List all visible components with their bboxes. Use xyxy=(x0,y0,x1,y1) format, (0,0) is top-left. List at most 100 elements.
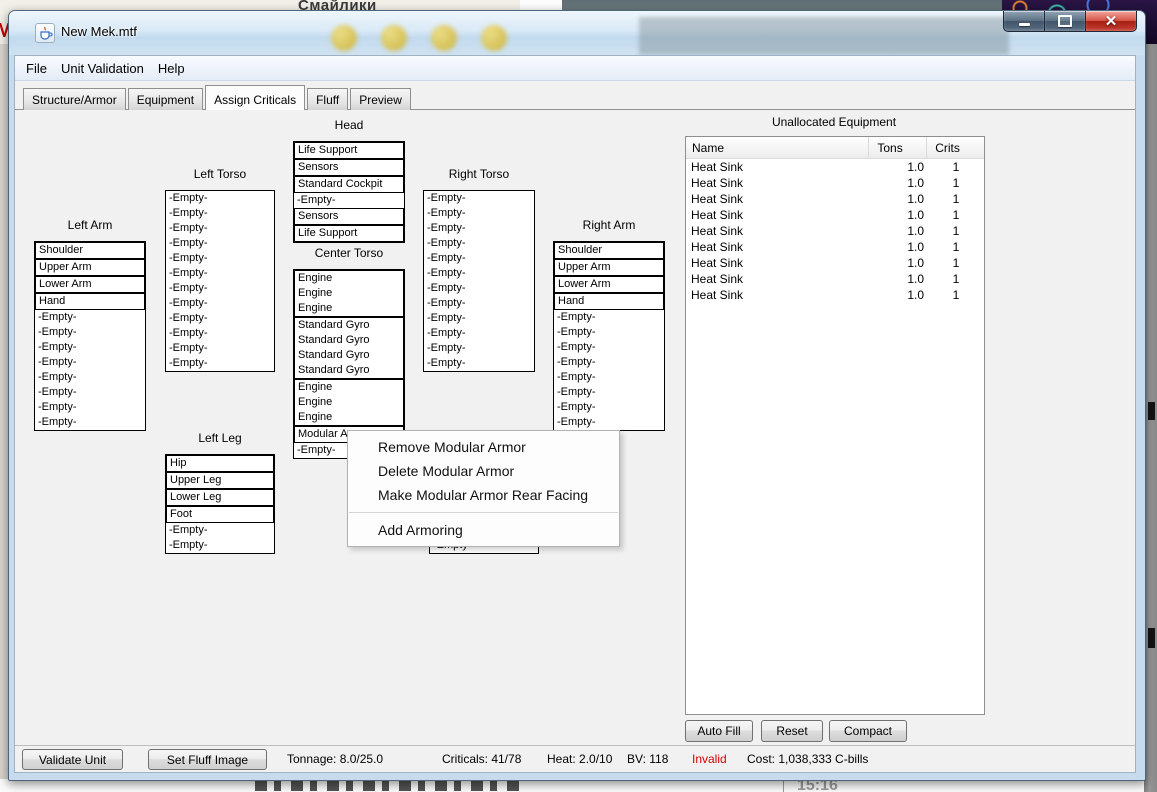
table-row[interactable]: Heat Sink1.01 xyxy=(686,159,984,175)
crit-slot-empty[interactable]: -Empty- xyxy=(166,206,274,221)
crit-slot-empty[interactable]: -Empty- xyxy=(554,355,664,370)
crit-slot-empty[interactable]: -Empty- xyxy=(166,538,274,553)
auto-fill-button[interactable]: Auto Fill xyxy=(685,720,753,742)
table-row[interactable]: Heat Sink1.01 xyxy=(686,255,984,271)
crit-slot-empty[interactable]: -Empty- xyxy=(35,415,145,430)
compact-button[interactable]: Compact xyxy=(829,720,907,742)
crit-slot-engine[interactable]: Engine xyxy=(295,395,403,410)
crit-slot-hand[interactable]: Hand xyxy=(36,294,144,309)
validate-unit-button[interactable]: Validate Unit xyxy=(22,749,123,770)
table-row[interactable]: Heat Sink1.01 xyxy=(686,207,984,223)
crit-slot-upper-arm[interactable]: Upper Arm xyxy=(555,260,663,275)
crit-slot-empty[interactable]: -Empty- xyxy=(166,356,274,371)
crit-slot-empty[interactable]: -Empty- xyxy=(554,400,664,415)
crit-slot-empty[interactable]: -Empty- xyxy=(424,221,534,236)
crit-slot-empty[interactable]: -Empty- xyxy=(166,221,274,236)
maximize-button[interactable] xyxy=(1045,11,1086,32)
crit-slot-engine[interactable]: Engine xyxy=(295,380,403,395)
crit-slot-foot[interactable]: Foot xyxy=(167,507,273,522)
crit-slot-empty[interactable]: -Empty- xyxy=(166,236,274,251)
tab-preview[interactable]: Preview xyxy=(350,88,411,110)
reset-button[interactable]: Reset xyxy=(761,720,823,742)
context-menu-item-add-armoring[interactable]: Add Armoring xyxy=(348,518,619,542)
crit-slot-lower-arm[interactable]: Lower Arm xyxy=(36,277,144,292)
crit-slot-empty[interactable]: -Empty- xyxy=(424,191,534,206)
crit-slot-empty[interactable]: -Empty- xyxy=(35,310,145,325)
crit-slot-empty[interactable]: -Empty- xyxy=(554,370,664,385)
crit-slot-empty[interactable]: -Empty- xyxy=(554,415,664,430)
crit-slot-upper-arm[interactable]: Upper Arm xyxy=(36,260,144,275)
menu-item-file[interactable]: File xyxy=(19,58,54,79)
crit-slot-empty[interactable]: -Empty- xyxy=(166,326,274,341)
crit-slot-empty[interactable]: -Empty- xyxy=(35,325,145,340)
crit-slot-standard-gyro[interactable]: Standard Gyro xyxy=(295,333,403,348)
crit-slot-standard-cockpit[interactable]: Standard Cockpit xyxy=(295,177,403,192)
context-menu-item-make-modular-armor-rear-facing[interactable]: Make Modular Armor Rear Facing xyxy=(348,483,619,507)
crit-slot-lower-arm[interactable]: Lower Arm xyxy=(555,277,663,292)
crit-slot-empty[interactable]: -Empty- xyxy=(166,191,274,206)
crit-slot-empty[interactable]: -Empty- xyxy=(424,341,534,356)
table-row[interactable]: Heat Sink1.01 xyxy=(686,239,984,255)
crit-slot-shoulder[interactable]: Shoulder xyxy=(555,243,663,258)
crit-slot-empty[interactable]: -Empty- xyxy=(35,400,145,415)
set-fluff-image-button[interactable]: Set Fluff Image xyxy=(148,749,267,770)
crit-slot-hip[interactable]: Hip xyxy=(167,456,273,471)
crit-slot-upper-leg[interactable]: Upper Leg xyxy=(167,473,273,488)
crit-slot-empty[interactable]: -Empty- xyxy=(166,296,274,311)
crit-slot-empty[interactable]: -Empty- xyxy=(35,370,145,385)
crit-slot-life-support[interactable]: Life Support xyxy=(295,226,403,241)
crit-slot-empty[interactable]: -Empty- xyxy=(294,193,404,208)
table-row[interactable]: Heat Sink1.01 xyxy=(686,271,984,287)
crit-slot-empty[interactable]: -Empty- xyxy=(166,266,274,281)
crit-slot-empty[interactable]: -Empty- xyxy=(424,236,534,251)
table-row[interactable]: Heat Sink1.01 xyxy=(686,191,984,207)
context-menu-item-delete-modular-armor[interactable]: Delete Modular Armor xyxy=(348,459,619,483)
crit-slot-empty[interactable]: -Empty- xyxy=(35,355,145,370)
column-header-crits[interactable]: Crits xyxy=(927,137,984,158)
crit-slot-empty[interactable]: -Empty- xyxy=(166,251,274,266)
crit-slot-lower-leg[interactable]: Lower Leg xyxy=(167,490,273,505)
tab-fluff[interactable]: Fluff xyxy=(307,88,348,110)
crit-slot-standard-gyro[interactable]: Standard Gyro xyxy=(295,363,403,378)
column-header-tons[interactable]: Tons xyxy=(869,137,927,158)
crit-slot-sensors[interactable]: Sensors xyxy=(295,209,403,224)
minimize-button[interactable] xyxy=(1003,11,1045,32)
crit-slot-hand[interactable]: Hand xyxy=(555,294,663,309)
crit-slot-empty[interactable]: -Empty- xyxy=(424,281,534,296)
tab-structure-armor[interactable]: Structure/Armor xyxy=(23,88,126,110)
column-header-name[interactable]: Name xyxy=(686,137,869,158)
crit-slot-engine[interactable]: Engine xyxy=(295,286,403,301)
menu-item-unit-validation[interactable]: Unit Validation xyxy=(54,58,151,79)
table-row[interactable]: Heat Sink1.01 xyxy=(686,223,984,239)
tab-assign-criticals[interactable]: Assign Criticals xyxy=(205,85,305,110)
crit-slot-empty[interactable]: -Empty- xyxy=(35,340,145,355)
crit-slot-engine[interactable]: Engine xyxy=(295,271,403,286)
crit-slot-standard-gyro[interactable]: Standard Gyro xyxy=(295,348,403,363)
crit-slot-empty[interactable]: -Empty- xyxy=(166,281,274,296)
crit-slot-empty[interactable]: -Empty- xyxy=(554,325,664,340)
crit-slot-engine[interactable]: Engine xyxy=(295,410,403,425)
context-menu-item-remove-modular-armor[interactable]: Remove Modular Armor xyxy=(348,435,619,459)
menu-item-help[interactable]: Help xyxy=(151,58,192,79)
crit-slot-sensors[interactable]: Sensors xyxy=(295,160,403,175)
crit-slot-empty[interactable]: -Empty- xyxy=(166,311,274,326)
crit-slot-empty[interactable]: -Empty- xyxy=(424,206,534,221)
tab-equipment[interactable]: Equipment xyxy=(128,88,203,110)
crit-slot-life-support[interactable]: Life Support xyxy=(295,143,403,158)
crit-slot-empty[interactable]: -Empty- xyxy=(424,311,534,326)
table-row[interactable]: Heat Sink1.01 xyxy=(686,175,984,191)
crit-slot-empty[interactable]: -Empty- xyxy=(166,341,274,356)
close-button[interactable]: ✕ xyxy=(1086,11,1137,32)
title-bar[interactable]: New Mek.mtf ✕ xyxy=(9,11,1145,55)
crit-slot-empty[interactable]: -Empty- xyxy=(554,340,664,355)
crit-slot-empty[interactable]: -Empty- xyxy=(424,296,534,311)
crit-slot-empty[interactable]: -Empty- xyxy=(166,523,274,538)
crit-slot-empty[interactable]: -Empty- xyxy=(424,251,534,266)
crit-slot-empty[interactable]: -Empty- xyxy=(424,266,534,281)
crit-slot-engine[interactable]: Engine xyxy=(295,301,403,316)
crit-slot-standard-gyro[interactable]: Standard Gyro xyxy=(295,318,403,333)
crit-slot-empty[interactable]: -Empty- xyxy=(424,356,534,371)
crit-slot-empty[interactable]: -Empty- xyxy=(554,310,664,325)
crit-slot-empty[interactable]: -Empty- xyxy=(554,385,664,400)
crit-slot-empty[interactable]: -Empty- xyxy=(35,385,145,400)
